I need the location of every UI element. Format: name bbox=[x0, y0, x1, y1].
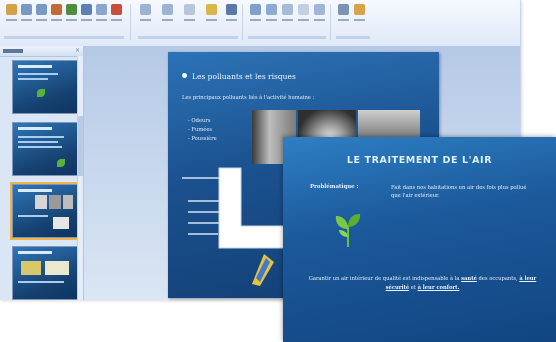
ribbon-button[interactable] bbox=[280, 4, 295, 26]
slide-text-line bbox=[188, 233, 218, 235]
ribbon-button[interactable] bbox=[160, 4, 175, 26]
slide-text-line bbox=[188, 211, 232, 213]
ribbon-group-label bbox=[336, 36, 370, 39]
ribbon-group-label bbox=[138, 36, 238, 39]
ribbon-button[interactable] bbox=[204, 4, 219, 26]
thumbnails-header: × bbox=[0, 46, 83, 57]
conclusion-text: Garantir un air intérieur de qualité est… bbox=[308, 276, 537, 291]
ribbon-button[interactable] bbox=[336, 4, 351, 26]
ribbon-button[interactable] bbox=[49, 4, 64, 26]
slide-text-line bbox=[188, 222, 222, 224]
problem-text: Fait dans nos habitations un air des foi… bbox=[391, 185, 527, 199]
ribbon-button[interactable] bbox=[182, 4, 197, 26]
ribbon-button[interactable] bbox=[94, 4, 109, 26]
close-icon[interactable]: × bbox=[75, 48, 80, 54]
ribbon bbox=[0, 0, 520, 47]
slide-title: Les polluants et les risques bbox=[182, 72, 296, 81]
slide-text-line bbox=[182, 177, 234, 179]
slide-bullet: - Odeurs bbox=[188, 118, 211, 124]
ribbon-button[interactable] bbox=[109, 4, 124, 26]
slide-thumbnails-panel: × bbox=[0, 46, 84, 300]
slide-thumbnail[interactable] bbox=[12, 246, 78, 300]
zoomed-slide-title: LE TRAITEMENT DE L'AIR bbox=[346, 155, 493, 166]
ribbon-group-label bbox=[248, 36, 326, 39]
ribbon-button[interactable] bbox=[4, 4, 19, 26]
ribbon-button[interactable] bbox=[138, 4, 153, 26]
ribbon-button[interactable] bbox=[352, 4, 367, 26]
ribbon-button[interactable] bbox=[264, 4, 279, 26]
ribbon-separator bbox=[242, 4, 243, 40]
ribbon-button[interactable] bbox=[312, 4, 327, 26]
ribbon-button[interactable] bbox=[248, 4, 263, 26]
slide-text-line bbox=[188, 200, 228, 202]
slide-illustration bbox=[252, 254, 274, 286]
slide-thumbnail[interactable] bbox=[12, 60, 78, 114]
slide-bullet: - Fumées bbox=[188, 127, 213, 133]
slide-bullet-list: - Odeurs - Fumées - Poussière bbox=[188, 117, 217, 144]
problem-label: Problématique : bbox=[310, 184, 359, 190]
ribbon-button[interactable] bbox=[64, 4, 79, 26]
leaf-icon bbox=[37, 89, 45, 97]
ribbon-button[interactable] bbox=[296, 4, 311, 26]
leaf-icon bbox=[335, 214, 361, 247]
ribbon-button[interactable] bbox=[224, 4, 239, 26]
thumbnails-scrollbar[interactable] bbox=[77, 56, 83, 300]
ribbon-button[interactable] bbox=[34, 4, 49, 26]
slide-subtitle: Les principaux polluants liés à l'activi… bbox=[182, 95, 315, 101]
ribbon-button[interactable] bbox=[79, 4, 94, 26]
ribbon-group-label bbox=[4, 36, 124, 39]
slide-thumbnail[interactable] bbox=[10, 182, 80, 240]
ribbon-button[interactable] bbox=[19, 4, 34, 26]
zoomed-slide: LE TRAITEMENT DE L'AIR Problématique : F… bbox=[283, 137, 556, 342]
slides-tab[interactable] bbox=[3, 49, 23, 53]
ribbon-separator bbox=[330, 4, 331, 40]
ribbon-separator bbox=[130, 4, 131, 40]
leaf-icon bbox=[57, 159, 65, 167]
slide-thumbnail[interactable] bbox=[12, 122, 78, 176]
slide-bullet: - Poussière bbox=[188, 136, 217, 142]
